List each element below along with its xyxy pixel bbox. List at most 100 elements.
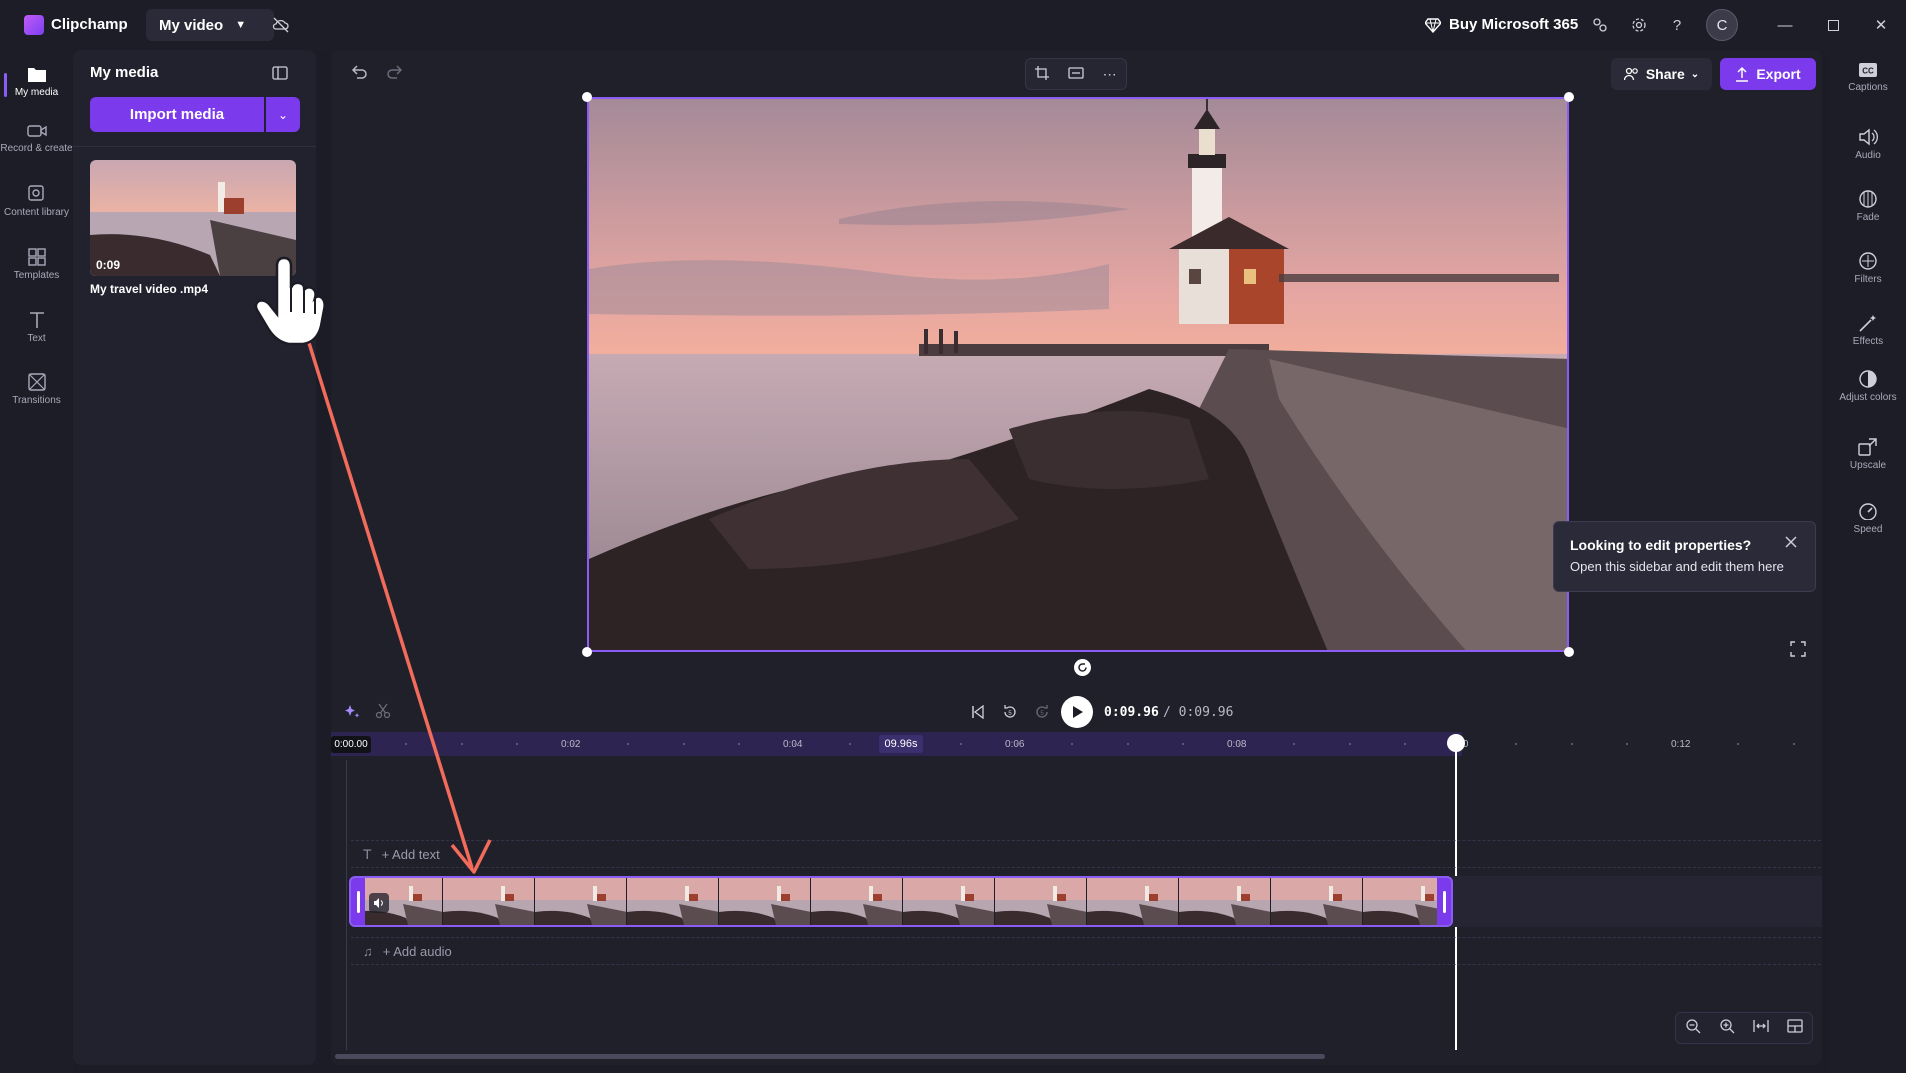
video-track-empty-area <box>1452 876 1822 927</box>
share-link-icon[interactable] <box>1588 13 1612 37</box>
import-options-dropdown[interactable]: ⌄ <box>266 97 300 132</box>
ruler-hover-time: 09.96s <box>879 735 923 753</box>
current-time: 0:09.96 <box>1104 705 1159 720</box>
ruler-tick-mark <box>1071 743 1073 745</box>
rail-item-text[interactable]: Text <box>0 303 73 359</box>
skip-to-start-icon[interactable] <box>967 701 989 723</box>
audio-track[interactable]: ♫ + Add audio <box>351 937 1821 965</box>
rail-item-templates[interactable]: Templates <box>0 240 73 296</box>
avatar[interactable]: C <box>1706 9 1738 41</box>
rail-item-audio[interactable]: Audio <box>1830 128 1906 161</box>
ruler-tick-mark <box>1349 743 1351 745</box>
minimize-icon[interactable]: — <box>1770 13 1800 37</box>
rail-item-filters[interactable]: Filters <box>1830 252 1906 285</box>
text-icon <box>29 312 44 328</box>
text-track[interactable]: T + Add text <box>351 840 1821 868</box>
redo-icon[interactable] <box>385 62 409 86</box>
rewind-5-icon[interactable]: 5 <box>999 701 1021 723</box>
collapse-panel-icon[interactable] <box>269 62 291 84</box>
cloud-off-icon[interactable] <box>266 12 296 38</box>
sparkle-icon[interactable] <box>343 703 363 723</box>
templates-icon <box>27 248 46 266</box>
add-audio-label: + Add audio <box>382 943 452 959</box>
timeline-ruler[interactable] <box>331 732 1822 756</box>
speedometer-icon <box>1859 503 1877 520</box>
more-options-icon[interactable]: ⋯ <box>1103 66 1117 83</box>
clip-trim-handle-right[interactable] <box>1437 878 1451 925</box>
rail-item-content-library[interactable]: Content library <box>0 177 73 233</box>
rail-item-captions[interactable]: CC Captions <box>1830 62 1906 93</box>
clipchamp-logo-icon <box>24 15 44 35</box>
contrast-icon <box>1859 370 1877 388</box>
timeline-zoom-controls <box>1675 1012 1813 1044</box>
fullscreen-icon[interactable] <box>1790 641 1808 659</box>
clip-frame-thumbnail <box>627 878 719 925</box>
timeline-layout-icon[interactable] <box>1787 1018 1803 1038</box>
undo-icon[interactable] <box>349 62 373 86</box>
media-thumbnail[interactable]: 0:09 <box>90 160 296 276</box>
rail-label: Effects <box>1852 336 1884 347</box>
timeline-start-line <box>346 760 347 1050</box>
export-button[interactable]: Export <box>1720 58 1816 90</box>
buy-microsoft-365-button[interactable]: Buy Microsoft 365 <box>1425 16 1578 33</box>
rail-label: Record & create <box>0 143 73 154</box>
timeline-horizontal-scrollbar[interactable] <box>335 1054 1325 1059</box>
resize-handle-top-right[interactable] <box>1564 92 1574 102</box>
rail-item-adjust-colors[interactable]: Adjust colors <box>1830 370 1906 403</box>
properties-tooltip: Looking to edit properties? Open this si… <box>1553 521 1816 592</box>
playhead-handle[interactable] <box>1447 734 1465 752</box>
thumbnail-duration: 0:09 <box>96 258 121 272</box>
resize-handle-top-left[interactable] <box>582 92 592 102</box>
rail-item-speed[interactable]: Speed <box>1830 502 1906 535</box>
crop-icon[interactable] <box>1035 65 1050 83</box>
ruler-tick-mark <box>905 743 907 745</box>
ruler-tick-mark <box>1515 743 1517 745</box>
rail-item-fade[interactable]: Fade <box>1830 190 1906 223</box>
ruler-tick-mark <box>1016 743 1018 745</box>
help-icon[interactable]: ? <box>1665 13 1689 37</box>
resize-handle-bottom-right[interactable] <box>1564 647 1574 657</box>
video-clip[interactable] <box>349 876 1453 927</box>
camera-icon <box>26 125 47 137</box>
rail-item-record-create[interactable]: Record & create <box>0 115 73 171</box>
import-media-button[interactable]: Import media <box>90 97 264 132</box>
left-navigation-rail: My media Record & create Content library… <box>0 50 73 1073</box>
clip-trim-handle-left[interactable] <box>351 878 365 925</box>
title-bar: Clipchamp My video ▼ Buy Microsoft 365 ?… <box>0 0 1906 50</box>
ruler-tick-mark <box>1238 743 1240 745</box>
text-icon: T <box>363 846 372 862</box>
tooltip-body: Open this sidebar and edit them here <box>1570 559 1784 574</box>
fade-icon <box>1859 190 1877 208</box>
ruler-tick-mark <box>1737 743 1739 745</box>
rail-item-effects[interactable]: Effects <box>1830 314 1906 347</box>
app-name: Clipchamp <box>51 16 128 33</box>
close-window-icon[interactable]: ✕ <box>1866 13 1896 37</box>
project-name-dropdown[interactable]: My video ▼ <box>146 9 274 41</box>
rail-item-transitions[interactable]: Transitions <box>0 365 73 421</box>
ruler-tick-label: 0:04 <box>783 739 803 750</box>
rotate-handle-icon[interactable] <box>1074 659 1091 676</box>
rail-item-upscale[interactable]: Upscale <box>1830 438 1906 471</box>
clip-volume-icon[interactable] <box>369 893 389 913</box>
fit-icon[interactable] <box>1068 66 1084 82</box>
close-icon[interactable] <box>1784 535 1800 551</box>
upload-icon <box>1736 66 1749 82</box>
speaker-icon <box>1859 128 1878 146</box>
rail-item-my-media[interactable]: My media <box>0 57 73 113</box>
clip-frame-thumbnail <box>1179 878 1271 925</box>
scissors-icon[interactable] <box>375 703 395 723</box>
forward-5-icon[interactable]: 5 <box>1031 701 1053 723</box>
play-button[interactable] <box>1061 696 1093 728</box>
gear-icon[interactable] <box>1627 13 1651 37</box>
resize-handle-bottom-left[interactable] <box>582 647 592 657</box>
zoom-out-icon[interactable] <box>1685 1018 1701 1039</box>
share-button[interactable]: Share ⌄ <box>1611 58 1712 90</box>
ruler-tick-mark <box>960 743 962 745</box>
fit-timeline-icon[interactable] <box>1753 1019 1769 1038</box>
ruler-tick-mark <box>738 743 740 745</box>
video-preview-canvas[interactable] <box>587 97 1569 652</box>
ruler-tick-mark <box>683 743 685 745</box>
maximize-icon[interactable] <box>1818 13 1848 37</box>
zoom-in-icon[interactable] <box>1719 1018 1735 1039</box>
captions-icon: CC <box>1859 63 1877 77</box>
